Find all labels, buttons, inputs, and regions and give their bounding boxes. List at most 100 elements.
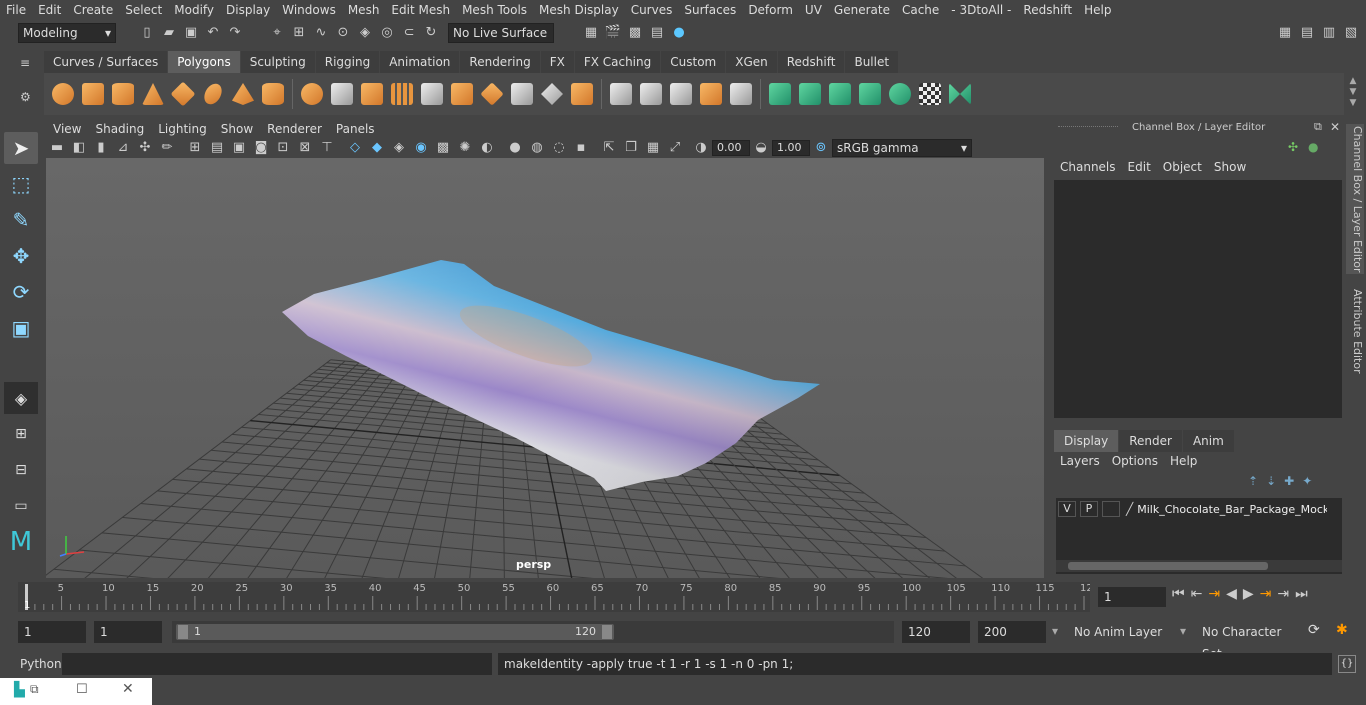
- bridge-icon[interactable]: [508, 79, 536, 109]
- magnet-icon[interactable]: ⊂: [400, 24, 418, 42]
- layer-tab-render[interactable]: Render: [1119, 430, 1182, 452]
- go-to-start-icon[interactable]: ⏮: [1172, 586, 1185, 602]
- poly-pipe-icon[interactable]: [259, 79, 287, 109]
- character-set-select[interactable]: No Character Set: [1196, 621, 1300, 661]
- script-editor-icon[interactable]: {}: [1338, 655, 1356, 673]
- insert-loop-icon[interactable]: [568, 79, 596, 109]
- select-tool-icon[interactable]: ➤: [4, 132, 38, 164]
- gamma-field[interactable]: 1.00: [772, 140, 810, 156]
- new-layer-icon[interactable]: ✚: [1284, 474, 1294, 488]
- menu-windows[interactable]: Windows: [276, 0, 342, 20]
- extract-icon[interactable]: [358, 79, 386, 109]
- step-forward-key-icon[interactable]: ⇥: [1277, 586, 1289, 602]
- poly-plane-icon[interactable]: [169, 79, 197, 109]
- anti-alias-icon[interactable]: ◌: [550, 139, 568, 157]
- menu-edit[interactable]: Edit: [32, 0, 67, 20]
- layer-tab-display[interactable]: Display: [1054, 430, 1119, 452]
- select-edges-icon[interactable]: [796, 79, 824, 109]
- ambient-occlusion-icon[interactable]: ●: [506, 139, 524, 157]
- exposure-field[interactable]: 0.00: [712, 140, 750, 156]
- poly-cube-icon[interactable]: [79, 79, 107, 109]
- move-layer-down-icon[interactable]: ⇣: [1266, 474, 1276, 488]
- step-back-frame-icon[interactable]: ⇥: [1208, 586, 1220, 602]
- close-icon[interactable]: ✕: [122, 681, 134, 697]
- camera-attr-icon[interactable]: ◧: [70, 139, 88, 157]
- menu-uv[interactable]: UV: [799, 0, 828, 20]
- menu-modify[interactable]: Modify: [168, 0, 220, 20]
- chevron-down-icon[interactable]: ▾: [1052, 624, 1058, 638]
- lasso-tool-icon[interactable]: ⬚: [4, 168, 38, 200]
- tab-sculpting[interactable]: Sculpting: [240, 51, 315, 73]
- channel-menu-channels[interactable]: Channels: [1054, 160, 1122, 178]
- time-slider[interactable]: 5 10 15 20 25 30 35 40 45 50 55 60 65 70 75 80 85 90 95 100…: [18, 582, 1093, 612]
- restore-icon[interactable]: ⧉: [30, 682, 39, 697]
- poly-cylinder-icon[interactable]: [109, 79, 137, 109]
- bookmark-icon[interactable]: ▮: [92, 139, 110, 157]
- bevel-icon[interactable]: [478, 79, 506, 109]
- save-scene-icon[interactable]: ▣: [182, 24, 200, 42]
- snap-point-icon[interactable]: ⊙: [334, 24, 352, 42]
- animation-prefs-icon[interactable]: ✱: [1336, 622, 1348, 638]
- range-handle[interactable]: 1 120: [176, 624, 614, 640]
- undo-icon[interactable]: ↶: [204, 24, 222, 42]
- menu-help[interactable]: Help: [1078, 0, 1117, 20]
- viewport-menu-lighting[interactable]: Lighting: [151, 122, 214, 136]
- xray-icon[interactable]: ❐: [622, 139, 640, 157]
- gamma-icon[interactable]: ◒: [752, 139, 770, 157]
- triangulate-icon[interactable]: [418, 79, 446, 109]
- film-gate-icon[interactable]: ▤: [208, 139, 226, 157]
- menu-curves[interactable]: Curves: [625, 0, 679, 20]
- tab-attribute-editor[interactable]: Attribute Editor: [1346, 286, 1364, 376]
- layer-tab-anim[interactable]: Anim: [1182, 430, 1234, 452]
- wireframe-shaded-icon[interactable]: ◈: [390, 139, 408, 157]
- rotate-tool-icon[interactable]: ⟳: [4, 276, 38, 308]
- menu-redshift[interactable]: Redshift: [1017, 0, 1078, 20]
- viewport-menu-shading[interactable]: Shading: [88, 122, 151, 136]
- tab-channel-box[interactable]: Channel Box / Layer Editor: [1346, 124, 1364, 274]
- menu-select[interactable]: Select: [119, 0, 168, 20]
- depth-of-field-icon[interactable]: ▪: [572, 139, 590, 157]
- step-forward-frame-icon[interactable]: ⇥: [1260, 586, 1272, 602]
- select-vertices-icon[interactable]: [856, 79, 884, 109]
- move-layer-up-icon[interactable]: ⇡: [1248, 474, 1258, 488]
- chocolate-bar-mesh[interactable]: [46, 158, 1044, 578]
- open-scene-icon[interactable]: ▰: [160, 24, 178, 42]
- paint-select-icon[interactable]: ✎: [4, 204, 38, 236]
- grid-icon[interactable]: ⊞: [186, 139, 204, 157]
- move-tool-icon[interactable]: ✥: [4, 240, 38, 272]
- range-start-grip[interactable]: [178, 625, 188, 639]
- cylindrical-map-icon[interactable]: [637, 79, 665, 109]
- menu-deform[interactable]: Deform: [742, 0, 799, 20]
- hypershade-icon[interactable]: ●: [670, 24, 688, 42]
- menu-file[interactable]: File: [0, 0, 32, 20]
- layer-color-icon[interactable]: ╱: [1126, 502, 1133, 516]
- toggle-panels-icon[interactable]: ▤: [1298, 24, 1316, 42]
- poly-torus-icon[interactable]: [199, 79, 227, 109]
- history-icon[interactable]: ↻: [422, 24, 440, 42]
- float-panel-icon[interactable]: ⧉: [1314, 120, 1322, 134]
- layer-menu-layers[interactable]: Layers: [1054, 454, 1106, 472]
- snap-view-icon[interactable]: ◎: [378, 24, 396, 42]
- close-icon[interactable]: ✕: [1330, 120, 1340, 134]
- safe-action-icon[interactable]: ⊠: [296, 139, 314, 157]
- current-frame-field[interactable]: 1: [1098, 587, 1166, 607]
- auto-key-icon[interactable]: ⟳: [1308, 622, 1320, 638]
- playback-start-field[interactable]: 1: [94, 621, 162, 643]
- select-hierarchy-icon[interactable]: ⌖: [268, 24, 286, 42]
- xray-components-icon[interactable]: ⤢: [666, 139, 684, 157]
- spherical-map-icon[interactable]: [667, 79, 695, 109]
- field-chart-icon[interactable]: ⊡: [274, 139, 292, 157]
- new-scene-icon[interactable]: ▯: [138, 24, 156, 42]
- grow-selection-icon[interactable]: [886, 79, 914, 109]
- layer-row[interactable]: V P ╱ Milk_Chocolate_Bar_Package_Mockup: [1058, 500, 1338, 518]
- automatic-map-icon[interactable]: [697, 79, 725, 109]
- layer-type-toggle[interactable]: [1102, 501, 1120, 517]
- viewport-menu-show[interactable]: Show: [214, 122, 260, 136]
- chevron-down-icon[interactable]: ▾: [1180, 624, 1186, 638]
- range-end-grip[interactable]: [602, 625, 612, 639]
- scene-end-field[interactable]: 200: [978, 621, 1046, 643]
- menu-mesh[interactable]: Mesh: [342, 0, 386, 20]
- wireframe-icon[interactable]: ◇: [346, 139, 364, 157]
- redo-icon[interactable]: ↷: [226, 24, 244, 42]
- anim-layer-select[interactable]: No Anim Layer: [1068, 621, 1172, 643]
